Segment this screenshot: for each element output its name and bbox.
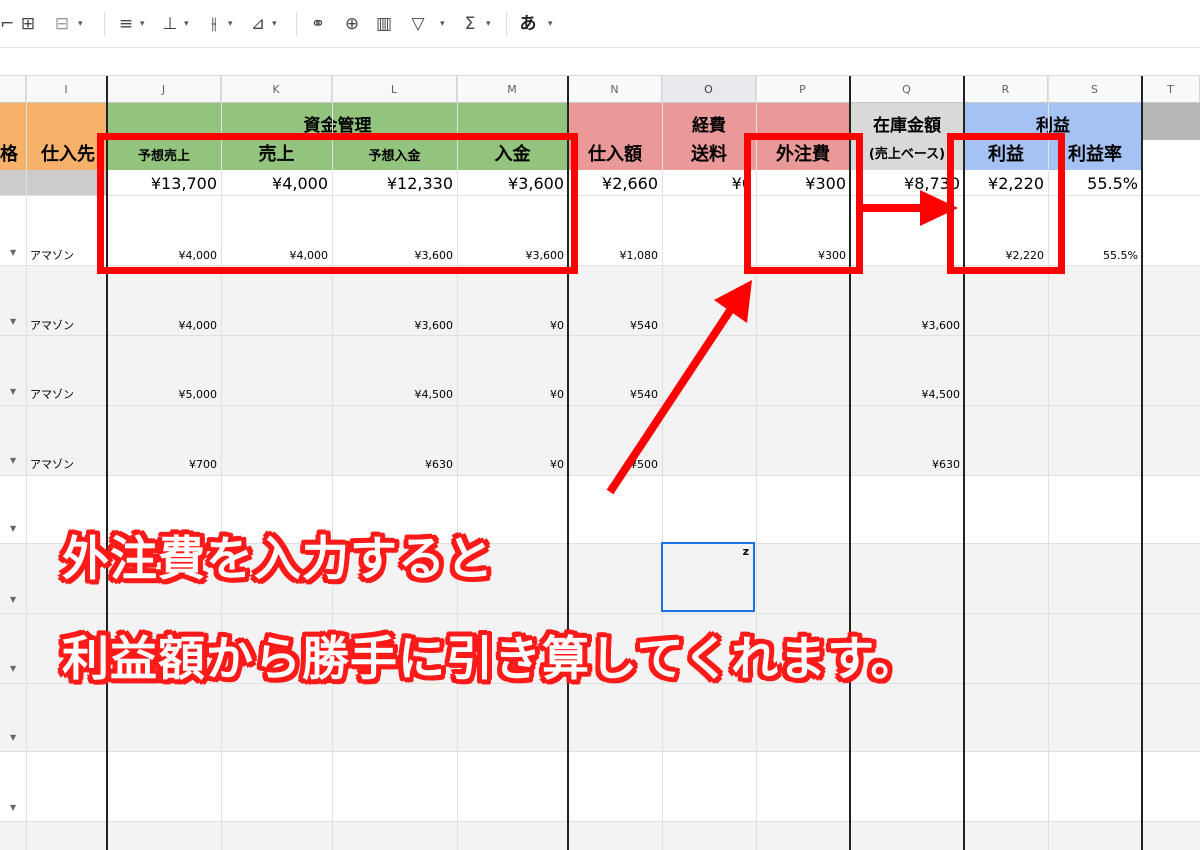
row-dropdown-icon[interactable]: ▼ — [10, 595, 16, 604]
row3-deposit[interactable]: ¥0 — [457, 388, 564, 402]
functions-icon[interactable]: Σ — [458, 13, 482, 35]
table-row[interactable] — [0, 683, 1200, 751]
toolbar-separator — [296, 12, 297, 36]
totals-row-gray-block — [0, 170, 107, 195]
filter-icon[interactable]: ▽ — [406, 13, 430, 35]
grid-line — [1141, 76, 1143, 850]
subheader-purchase-amount: 仕入額 — [568, 140, 662, 170]
row3-expected-sales[interactable]: ¥5,000 — [107, 388, 218, 402]
column-header-q[interactable]: Q — [850, 76, 964, 103]
row2-inventory[interactable]: ¥3,600 — [850, 319, 961, 333]
text-rotate-dropdown-icon[interactable]: ▾ — [272, 13, 277, 35]
filter-dropdown-icon[interactable]: ▾ — [440, 13, 445, 35]
column-header-p[interactable]: P — [756, 76, 850, 103]
row2-purchase-amount[interactable]: ¥540 — [568, 319, 658, 333]
text-rotate-icon[interactable]: ⊿ — [246, 13, 270, 35]
subheader-shipping: 送料 — [662, 140, 756, 170]
row4-inventory[interactable]: ¥630 — [850, 458, 960, 472]
grid-line — [26, 76, 27, 850]
row3-inventory[interactable]: ¥4,500 — [850, 388, 961, 402]
row4-deposit[interactable]: ¥0 — [457, 458, 564, 472]
horizontal-align-dropdown-icon[interactable]: ▾ — [140, 13, 145, 35]
total-shipping[interactable]: ¥0 — [662, 174, 752, 194]
vertical-align-dropdown-icon[interactable]: ▾ — [184, 13, 189, 35]
insert-chart-icon[interactable]: ▥ — [372, 13, 396, 35]
merge-cells-icon[interactable]: ⊟ — [50, 13, 74, 35]
total-purchase-amount[interactable]: ¥2,660 — [568, 174, 658, 194]
group-header-empty — [1142, 103, 1200, 140]
column-header-i[interactable]: I — [26, 76, 107, 103]
table-row[interactable] — [0, 751, 1200, 821]
row2-expected-deposit[interactable]: ¥3,600 — [332, 319, 454, 333]
horizontal-align-icon[interactable]: ≡ — [114, 13, 138, 35]
row1-supplier[interactable]: アマゾン — [30, 249, 106, 263]
column-header-t[interactable]: T — [1142, 76, 1200, 103]
row-dropdown-icon[interactable]: ▼ — [10, 456, 16, 465]
insert-link-icon[interactable]: ⚭ — [306, 13, 330, 35]
row4-supplier[interactable]: アマゾン — [30, 458, 106, 472]
text-wrap-icon[interactable]: ⫲ — [202, 13, 226, 35]
row3-purchase-amount[interactable]: ¥540 — [568, 388, 658, 402]
text-wrap-dropdown-icon[interactable]: ▾ — [228, 13, 233, 35]
insert-comment-icon[interactable]: ⊕ — [340, 13, 364, 35]
selected-cell[interactable]: z — [661, 542, 755, 612]
functions-dropdown-icon[interactable]: ▾ — [486, 13, 491, 35]
column-header-partial[interactable] — [0, 76, 26, 103]
input-tools-icon[interactable]: あ — [516, 13, 540, 35]
row2-expected-sales[interactable]: ¥4,000 — [107, 319, 218, 333]
row3-expected-deposit[interactable]: ¥4,500 — [332, 388, 454, 402]
toolbar-separator — [104, 12, 105, 36]
formula-bar[interactable] — [0, 48, 1200, 76]
toolbar-partial-icon: ⌐ — [0, 14, 15, 34]
annotation-line-1: 外注費を入力すると — [62, 532, 494, 587]
selected-cell-text: z — [742, 545, 749, 558]
row-dropdown-icon[interactable]: ▼ — [10, 387, 16, 396]
row1-purchase-amount[interactable]: ¥1,080 — [568, 249, 659, 263]
column-header-r[interactable]: R — [964, 76, 1048, 103]
merge-dropdown-icon[interactable]: ▾ — [78, 13, 83, 35]
toolbar-separator — [506, 12, 507, 36]
column-header-n[interactable]: N — [568, 76, 662, 103]
highlight-box-profit — [947, 133, 1065, 274]
borders-icon[interactable]: ⊞ — [16, 13, 40, 35]
toolbar: ⌐ ⊞ ⊟ ▾ ≡ ▾ ⊥ ▾ ⫲ ▾ ⊿ ▾ ⚭ ⊕ ▥ ▽ ▾ Σ ▾ あ … — [0, 0, 1200, 48]
table-row[interactable] — [0, 821, 1200, 850]
row-dropdown-icon[interactable]: ▼ — [10, 317, 16, 326]
annotation-line-2: 利益額から勝手に引き算してくれます。 — [62, 632, 919, 687]
row3-supplier[interactable]: アマゾン — [30, 388, 106, 402]
total-inventory[interactable]: ¥8,730 — [850, 174, 960, 194]
vertical-align-icon[interactable]: ⊥ — [158, 13, 182, 35]
row2-deposit[interactable]: ¥0 — [457, 319, 564, 333]
row4-expected-deposit[interactable]: ¥630 — [332, 458, 453, 472]
row4-purchase-amount[interactable]: ¥500 — [568, 458, 658, 472]
row-dropdown-icon[interactable]: ▼ — [10, 664, 16, 673]
row-dropdown-icon[interactable]: ▼ — [10, 733, 16, 742]
input-tools-dropdown-icon[interactable]: ▾ — [548, 13, 553, 35]
row-dropdown-icon[interactable]: ▼ — [10, 524, 16, 533]
column-header-m[interactable]: M — [457, 76, 568, 103]
column-header-j[interactable]: J — [107, 76, 221, 103]
column-header-s[interactable]: S — [1048, 76, 1142, 103]
subheader-supplier: 仕入先 — [41, 144, 95, 165]
subheader-partial: 格 — [0, 144, 18, 165]
row4-expected-sales[interactable]: ¥700 — [107, 458, 217, 472]
row2-supplier[interactable]: アマゾン — [30, 319, 106, 333]
highlight-box-outsourcing — [744, 133, 863, 274]
column-header-k[interactable]: K — [221, 76, 332, 103]
row-dropdown-icon[interactable]: ▼ — [10, 803, 16, 812]
column-header-l[interactable]: L — [332, 76, 457, 103]
highlight-box-funds — [97, 133, 578, 274]
column-header-o[interactable]: O — [662, 76, 756, 103]
row-dropdown-icon[interactable]: ▼ — [10, 248, 16, 257]
